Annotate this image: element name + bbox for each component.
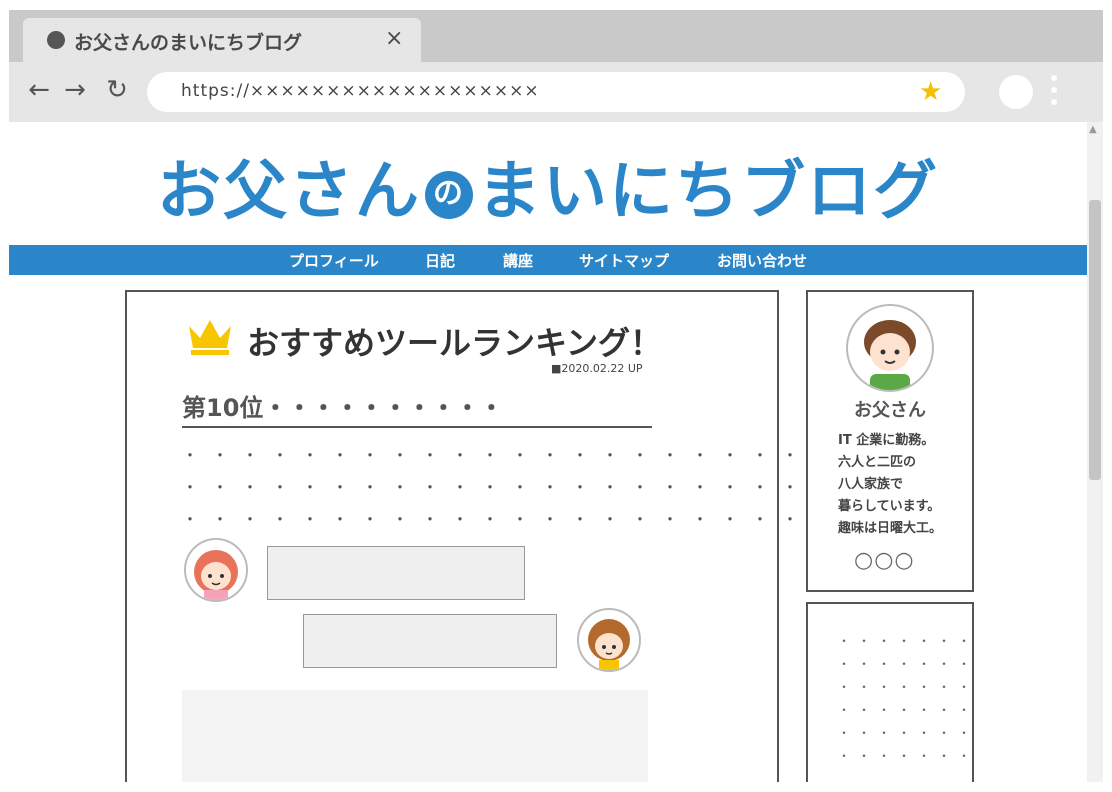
placeholder-text-line: ・・・・・・・: [838, 703, 979, 717]
sidebar-widget: ・・・・・・・ ・・・・・・・ ・・・・・・・ ・・・・・・・ ・・・・・・・ …: [806, 602, 974, 782]
image-placeholder: [182, 690, 648, 782]
tab-dot-icon: [47, 31, 65, 49]
article-title: おすすめツールランキング！: [247, 324, 663, 362]
address-bar[interactable]: https://××××××××××××××××××× ★: [147, 72, 965, 112]
nav-item-contact[interactable]: お問い合わせ: [717, 250, 807, 271]
placeholder-text-line: ・・・・・・・・・・・・・・・・・・・・・・・・: [182, 446, 903, 465]
scrollbar-thumb[interactable]: [1089, 200, 1101, 480]
bio-line: 暮らしています。: [838, 499, 941, 514]
placeholder-text-line: ・・・・・・・: [838, 634, 979, 648]
browser-toolbar: ← → ↻ https://××××××××××××××××××× ★: [9, 62, 1103, 122]
logo-text-right: まいにちブログ: [477, 155, 939, 229]
nav-item-profile[interactable]: プロフィール: [289, 250, 379, 271]
crown-icon: [189, 320, 231, 355]
page-viewport: お父さんのまいにちブログ プロフィール 日記 講座 サイトマップ お問い合わせ …: [9, 122, 1087, 782]
avatar-girl-right: [577, 608, 641, 672]
forward-arrow-icon[interactable]: →: [61, 76, 89, 104]
logo-no-badge: の: [425, 171, 473, 220]
bio-line: 六人と二匹の: [838, 455, 917, 470]
placeholder-text-line: ・・・・・・・: [838, 680, 979, 694]
avatar: [846, 304, 934, 392]
rank-heading: 第10位・・・・・・・・・・: [182, 394, 504, 422]
url-text[interactable]: https://×××××××××××××××××××: [181, 81, 540, 101]
profile-bio: IT 企業に勤務。 六人と二匹の 八人家族で 暮らしています。 趣味は日曜大工。: [838, 430, 942, 540]
tab-bar: お父さんのまいにちブログ ×: [9, 10, 1103, 62]
bio-line: 趣味は日曜大工。: [838, 521, 943, 536]
chat-bubble-left: [267, 546, 525, 600]
article-date: ■2020.02.22 UP: [551, 362, 643, 375]
heading-divider: [182, 426, 652, 428]
chat-bubble-right: [303, 614, 557, 668]
social-links[interactable]: ○○○: [854, 548, 915, 573]
logo-text-left: お父さん: [157, 155, 421, 229]
reload-icon[interactable]: ↻: [103, 76, 131, 104]
placeholder-text-line: ・・・・・・・・・・・・・・・・・・・・・・・・: [182, 478, 903, 497]
browser-tab[interactable]: お父さんのまいにちブログ ×: [23, 18, 421, 62]
bio-line: IT 企業に勤務。: [838, 433, 935, 448]
nav-item-diary[interactable]: 日記: [425, 250, 455, 271]
close-icon[interactable]: ×: [385, 26, 403, 51]
star-icon[interactable]: ★: [919, 77, 942, 107]
placeholder-text-line: ・・・・・・・: [838, 749, 979, 763]
site-logo[interactable]: お父さんのまいにちブログ: [9, 140, 1087, 232]
avatar-girl-left: [184, 538, 248, 602]
nav-item-course[interactable]: 講座: [503, 250, 533, 271]
placeholder-text-line: ・・・・・・・: [838, 726, 979, 740]
nav-item-sitemap[interactable]: サイトマップ: [579, 250, 669, 271]
scroll-up-icon[interactable]: ▲: [1089, 124, 1097, 135]
browser-window: お父さんのまいにちブログ × ← → ↻ https://×××××××××××…: [9, 10, 1103, 782]
vertical-scrollbar[interactable]: ▲: [1087, 122, 1103, 782]
global-nav: プロフィール 日記 講座 サイトマップ お問い合わせ: [9, 245, 1087, 275]
placeholder-text-line: ・・・・・・・・・・・・・・・・・・・・・・: [182, 510, 843, 529]
bio-line: 八人家族で: [838, 477, 904, 492]
article-card: おすすめツールランキング！ ■2020.02.22 UP 第10位・・・・・・・…: [125, 290, 888, 782]
menu-dots-icon[interactable]: [1051, 75, 1059, 109]
tab-title: お父さんのまいにちブログ: [74, 32, 303, 54]
profile-name: お父さん: [854, 400, 926, 421]
placeholder-text-line: ・・・・・・・: [838, 657, 979, 671]
back-arrow-icon[interactable]: ←: [25, 76, 53, 104]
sidebar-profile: お父さん IT 企業に勤務。 六人と二匹の 八人家族で 暮らしています。 趣味は…: [806, 290, 974, 592]
profile-icon[interactable]: [999, 75, 1033, 109]
